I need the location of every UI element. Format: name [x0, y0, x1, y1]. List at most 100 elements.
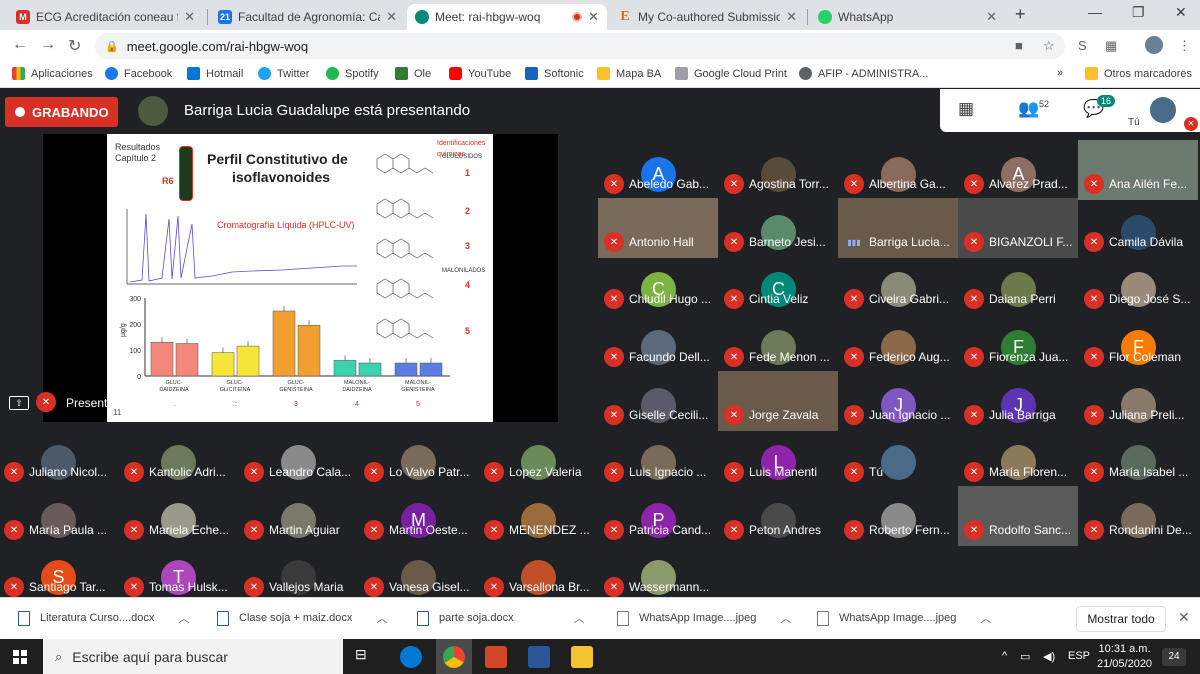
edge-icon[interactable] — [400, 646, 422, 668]
minimize-icon[interactable]: — — [1088, 4, 1102, 20]
chevron-up-icon[interactable]: ^ — [1002, 650, 1007, 662]
language-indicator[interactable]: ESP — [1068, 650, 1090, 662]
download-item[interactable]: WhatsApp Image....jpeg ︿ — [817, 610, 991, 626]
participant-tile[interactable]: C ✕ Cintia Veliz — [720, 272, 838, 328]
participant-tile[interactable]: ✕ Barneto Jesi... — [720, 215, 838, 271]
bookmark-spotify[interactable]: Spotify — [326, 67, 379, 80]
participant-tile[interactable]: ✕ Camila Dávila — [1080, 215, 1198, 271]
participant-tile[interactable]: ✕ Facundo Dell... — [600, 330, 718, 386]
participant-tile[interactable]: L ✕ Luis Manenti — [720, 445, 838, 501]
tab-2[interactable]: Meet: rai-hbgw-woq ✕ — [407, 4, 607, 30]
participant-tile[interactable]: ✕ Lopez Valeria — [480, 445, 598, 501]
bookmark-other[interactable]: Otros marcadores — [1085, 67, 1192, 80]
participant-tile[interactable]: J ✕ Juan Ignacio ... — [840, 388, 958, 444]
word-icon[interactable] — [528, 646, 550, 668]
close-icon[interactable]: ✕ — [588, 9, 599, 25]
task-view-icon[interactable]: ⊟ — [355, 646, 377, 668]
windows-start-icon[interactable] — [13, 650, 27, 664]
participant-tile[interactable]: ✕ Daiana Perri — [960, 272, 1078, 328]
star-icon[interactable]: ☆ — [1043, 38, 1055, 54]
reload-icon[interactable]: ↻ — [68, 36, 81, 56]
chevron-up-icon[interactable]: ︿ — [574, 610, 585, 626]
show-all-button[interactable]: Mostrar todo — [1076, 606, 1166, 632]
chevron-up-icon[interactable]: ︿ — [780, 610, 791, 626]
participant-tile[interactable]: ✕ Rondanini De... — [1080, 503, 1198, 559]
participant-tile[interactable]: ✕ Giselle Cecili... — [600, 388, 718, 444]
participant-tile[interactable]: F ✕ Fiorenza Jua... — [960, 330, 1078, 386]
volume-icon[interactable]: ◀) — [1043, 650, 1055, 663]
participant-tile[interactable]: ✕ BIGANZOLI F... — [958, 198, 1078, 271]
download-item[interactable]: Clase soja + maiz.docx ︿ — [217, 610, 387, 626]
participant-tile[interactable]: ✕ Roberto Fern... — [840, 503, 958, 559]
chrome-taskbar-button[interactable] — [436, 639, 472, 674]
self-avatar[interactable] — [1150, 97, 1176, 123]
tab-1[interactable]: 21 Facultad de Agronomía: Calen ✕ — [210, 4, 405, 30]
participant-tile[interactable]: ✕ Agostina Torr... — [720, 157, 838, 213]
participant-tile[interactable]: P ✕ Patricia Cand... — [600, 503, 718, 559]
extension-icon[interactable]: ▦ — [1105, 38, 1117, 54]
url-input[interactable] — [126, 38, 627, 54]
chevron-up-icon[interactable]: ︿ — [980, 610, 991, 626]
participant-tile[interactable]: M ✕ Martin Oeste... — [360, 503, 478, 559]
tab-3[interactable]: E My Co-authored Submission ✕ — [610, 4, 805, 30]
skype-icon[interactable]: S — [1078, 38, 1087, 53]
grid-layout-icon[interactable]: ▦ — [958, 99, 974, 119]
participant-tile[interactable]: J ✕ Julia Barriga — [960, 388, 1078, 444]
close-icon[interactable]: ✕ — [1178, 609, 1190, 626]
participant-tile[interactable]: ✕ Civeira Gabri... — [840, 272, 958, 328]
participant-tile[interactable]: ✕ Lo Valvo Patr... — [360, 445, 478, 501]
bookmark-afip[interactable]: AFIP - ADMINISTRA... — [799, 67, 928, 80]
participant-tile[interactable]: ✕ Diego José S... — [1080, 272, 1198, 328]
participant-tile[interactable]: ▮▮▮ Barriga Lucia... — [838, 198, 958, 271]
download-item[interactable]: parte soja.docx ︿ — [417, 610, 585, 626]
participant-tile[interactable]: ✕ MENENDEZ ... — [480, 503, 598, 559]
participant-tile[interactable]: ✕ Kantolic Adri... — [120, 445, 238, 501]
bookmark-hotmail[interactable]: Hotmail — [187, 67, 243, 80]
participant-tile[interactable]: ✕ María Isabel ... — [1080, 445, 1198, 501]
tab-0[interactable]: M ECG Acreditación coneau fich ✕ — [8, 4, 203, 30]
camera-icon[interactable]: ■ — [1015, 38, 1023, 53]
participant-tile[interactable]: ✕ Peton Andres — [720, 503, 838, 559]
participant-tile[interactable]: ✕ Antonio Hall — [598, 198, 718, 271]
bookmark-twitter[interactable]: Twitter — [258, 67, 309, 80]
profile-avatar[interactable] — [1145, 36, 1163, 54]
address-bar[interactable]: 🔒 — [95, 33, 1065, 59]
bookmark-facebook[interactable]: Facebook — [105, 67, 172, 80]
chevron-up-icon[interactable]: ︿ — [376, 610, 387, 626]
close-icon[interactable]: ✕ — [786, 9, 797, 25]
tab-4[interactable]: WhatsApp ✕ — [810, 4, 1005, 30]
close-icon[interactable]: ✕ — [386, 9, 397, 25]
participant-tile[interactable]: F ✕ Flor Coleman — [1080, 330, 1198, 386]
battery-icon[interactable]: ▭ — [1020, 650, 1030, 663]
participant-tile[interactable]: ✕ Rodolfo Sanc... — [958, 486, 1078, 559]
bookmark-youtube[interactable]: YouTube — [449, 67, 511, 80]
participant-tile[interactable]: ✕ Jorge Zavala — [718, 371, 838, 444]
powerpoint-icon[interactable] — [485, 646, 507, 668]
download-item[interactable]: WhatsApp Image....jpeg ︿ — [617, 610, 791, 626]
maximize-icon[interactable]: ❐ — [1132, 4, 1145, 21]
close-icon[interactable]: ✕ — [986, 9, 997, 25]
file-explorer-icon[interactable] — [571, 646, 593, 668]
close-icon[interactable]: ✕ — [184, 9, 195, 25]
chevron-up-icon[interactable]: ︿ — [178, 610, 189, 626]
menu-icon[interactable]: ⋮ — [1178, 38, 1191, 54]
forward-icon[interactable]: → — [40, 36, 56, 54]
participant-tile[interactable]: ✕ Ana Ailén Fe... — [1078, 140, 1198, 213]
bookmark-softonic[interactable]: Softonic — [525, 67, 584, 80]
participant-tile[interactable]: ✕ Federico Aug... — [840, 330, 958, 386]
bookmark-ole[interactable]: Ole — [395, 67, 431, 80]
participant-tile[interactable]: C ✕ Chludil Hugo ... — [600, 272, 718, 328]
bookmark-cloud-print[interactable]: Google Cloud Print — [675, 67, 787, 80]
bookmark-mapa-ba[interactable]: Mapa BA — [597, 67, 661, 80]
share-screen-icon[interactable]: ⇧ — [9, 396, 29, 410]
participant-tile[interactable]: ✕ Leandro Cala... — [240, 445, 358, 501]
bookmark-apps[interactable]: Aplicaciones — [12, 67, 93, 80]
participant-tile[interactable]: ✕ Juliano Nicol... — [0, 445, 118, 501]
participant-tile[interactable]: ✕ Martin Aguiar — [240, 503, 358, 559]
download-item[interactable]: Literatura Curso....docx ︿ — [18, 610, 189, 626]
new-tab-button[interactable]: + — [1015, 4, 1026, 25]
participant-tile[interactable]: ✕ Luis Ignacio ... — [600, 445, 718, 501]
participant-tile[interactable]: ✕ Juliana Preli... — [1080, 388, 1198, 444]
window-close-icon[interactable]: ✕ — [1175, 4, 1187, 21]
taskbar-clock[interactable]: 10:31 a.m. 21/05/2020 — [1097, 642, 1152, 672]
